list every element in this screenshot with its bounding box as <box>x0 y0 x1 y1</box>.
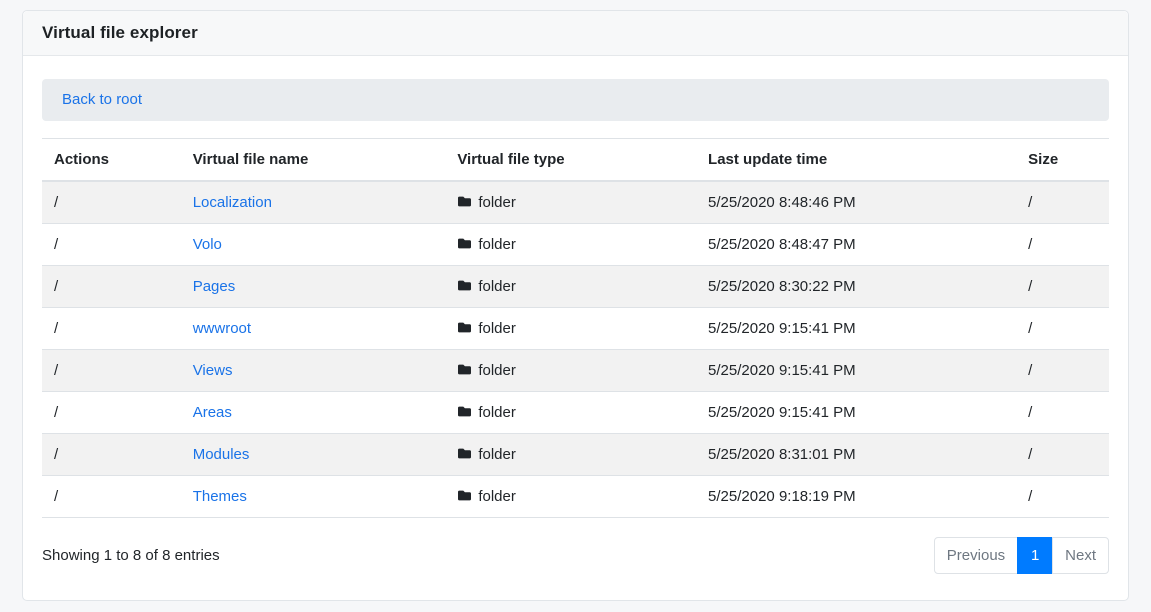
column-header-size: Size <box>1016 139 1109 182</box>
file-name-link[interactable]: Areas <box>193 404 232 421</box>
row-name-cell: Modules <box>181 434 446 476</box>
file-table: Actions Virtual file name Virtual file t… <box>42 138 1109 518</box>
row-size-cell: / <box>1016 308 1109 350</box>
row-type-cell: folder <box>445 392 696 434</box>
row-actions-cell: / <box>42 476 181 518</box>
back-to-root-link[interactable]: Back to root <box>62 91 142 108</box>
table-row: / Localization folder 5/25/2020 8:48:46 … <box>42 181 1109 224</box>
table-row: / Pages folder 5/25/2020 8:30:22 PM / <box>42 266 1109 308</box>
row-size-cell: / <box>1016 224 1109 266</box>
row-updated-cell: 5/25/2020 9:15:41 PM <box>696 308 1016 350</box>
row-updated-cell: 5/25/2020 8:48:47 PM <box>696 224 1016 266</box>
row-actions-cell: / <box>42 266 181 308</box>
pagination: Previous 1 Next <box>934 537 1109 574</box>
folder-icon <box>457 195 472 208</box>
row-actions-cell: / <box>42 224 181 266</box>
row-updated-cell: 5/25/2020 9:18:19 PM <box>696 476 1016 518</box>
row-actions-cell: / <box>42 434 181 476</box>
row-updated-cell: 5/25/2020 8:30:22 PM <box>696 266 1016 308</box>
breadcrumb-bar: Back to root <box>42 79 1109 121</box>
column-header-name: Virtual file name <box>181 139 446 182</box>
card-header: Virtual file explorer <box>23 11 1128 56</box>
table-row: / Areas folder 5/25/2020 9:15:41 PM / <box>42 392 1109 434</box>
file-name-link[interactable]: wwwroot <box>193 320 251 337</box>
pagination-previous-button[interactable]: Previous <box>934 537 1018 574</box>
row-actions-cell: / <box>42 181 181 224</box>
entries-summary: Showing 1 to 8 of 8 entries <box>42 547 220 564</box>
column-header-updated: Last update time <box>696 139 1016 182</box>
folder-icon <box>457 405 472 418</box>
file-name-link[interactable]: Modules <box>193 446 250 463</box>
row-type-cell: folder <box>445 434 696 476</box>
row-size-cell: / <box>1016 350 1109 392</box>
table-header-row: Actions Virtual file name Virtual file t… <box>42 139 1109 182</box>
table-row: / Themes folder 5/25/2020 9:18:19 PM / <box>42 476 1109 518</box>
row-size-cell: / <box>1016 266 1109 308</box>
file-name-link[interactable]: Volo <box>193 236 222 253</box>
pagination-page-1-button[interactable]: 1 <box>1017 537 1053 574</box>
row-size-cell: / <box>1016 181 1109 224</box>
card-body: Back to root Actions Virtual file name V… <box>23 56 1128 594</box>
row-type-cell: folder <box>445 266 696 308</box>
row-size-cell: / <box>1016 434 1109 476</box>
page: Virtual file explorer Back to root Actio… <box>0 0 1151 612</box>
file-name-link[interactable]: Views <box>193 362 233 379</box>
row-updated-cell: 5/25/2020 9:15:41 PM <box>696 392 1016 434</box>
folder-icon <box>457 363 472 376</box>
row-actions-cell: / <box>42 350 181 392</box>
table-row: / Views folder 5/25/2020 9:15:41 PM / <box>42 350 1109 392</box>
table-row: / Volo folder 5/25/2020 8:48:47 PM / <box>42 224 1109 266</box>
folder-icon <box>457 279 472 292</box>
table-row: / wwwroot folder 5/25/2020 9:15:41 PM / <box>42 308 1109 350</box>
row-name-cell: wwwroot <box>181 308 446 350</box>
folder-icon <box>457 447 472 460</box>
row-name-cell: Localization <box>181 181 446 224</box>
file-name-link[interactable]: Themes <box>193 488 247 505</box>
row-type-cell: folder <box>445 308 696 350</box>
file-name-link[interactable]: Localization <box>193 194 272 211</box>
virtual-file-explorer-card: Virtual file explorer Back to root Actio… <box>22 10 1129 601</box>
column-header-actions: Actions <box>42 139 181 182</box>
row-actions-cell: / <box>42 392 181 434</box>
folder-icon <box>457 237 472 250</box>
row-name-cell: Views <box>181 350 446 392</box>
pagination-next-button[interactable]: Next <box>1052 537 1109 574</box>
file-name-link[interactable]: Pages <box>193 278 236 295</box>
row-name-cell: Themes <box>181 476 446 518</box>
table-row: / Modules folder 5/25/2020 8:31:01 PM / <box>42 434 1109 476</box>
row-size-cell: / <box>1016 392 1109 434</box>
column-header-type: Virtual file type <box>445 139 696 182</box>
row-name-cell: Pages <box>181 266 446 308</box>
row-type-cell: folder <box>445 224 696 266</box>
row-type-cell: folder <box>445 476 696 518</box>
row-updated-cell: 5/25/2020 8:31:01 PM <box>696 434 1016 476</box>
row-size-cell: / <box>1016 476 1109 518</box>
page-title: Virtual file explorer <box>42 23 1109 43</box>
folder-icon <box>457 321 472 334</box>
row-name-cell: Volo <box>181 224 446 266</box>
folder-icon <box>457 489 472 502</box>
row-name-cell: Areas <box>181 392 446 434</box>
row-type-cell: folder <box>445 350 696 392</box>
table-footer: Showing 1 to 8 of 8 entries Previous 1 N… <box>42 537 1109 574</box>
row-type-cell: folder <box>445 181 696 224</box>
row-updated-cell: 5/25/2020 8:48:46 PM <box>696 181 1016 224</box>
row-actions-cell: / <box>42 308 181 350</box>
row-updated-cell: 5/25/2020 9:15:41 PM <box>696 350 1016 392</box>
